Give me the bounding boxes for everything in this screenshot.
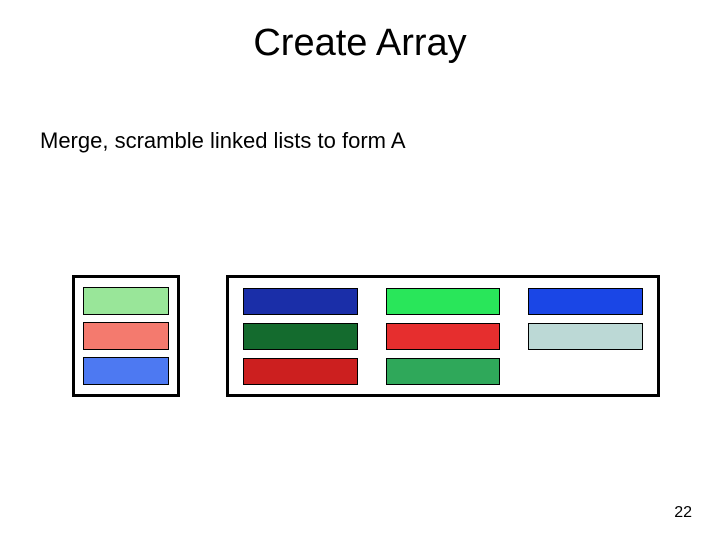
- left-cell: [83, 287, 169, 315]
- right-cell: [243, 358, 358, 385]
- slide-title: Create Array: [0, 22, 720, 65]
- right-array-grid: [243, 288, 643, 384]
- right-cell: [243, 323, 358, 350]
- right-cell: [243, 288, 358, 315]
- left-cell: [83, 357, 169, 385]
- right-cell: [386, 358, 501, 385]
- right-cell: [528, 323, 643, 350]
- left-cell: [83, 322, 169, 350]
- right-cell-empty: [528, 358, 643, 385]
- page-number: 22: [674, 504, 692, 522]
- left-array-container: [72, 275, 180, 397]
- right-cell: [386, 323, 501, 350]
- right-cell: [528, 288, 643, 315]
- slide-subtitle: Merge, scramble linked lists to form A: [40, 128, 406, 154]
- right-cell: [386, 288, 501, 315]
- right-array-container: [226, 275, 660, 397]
